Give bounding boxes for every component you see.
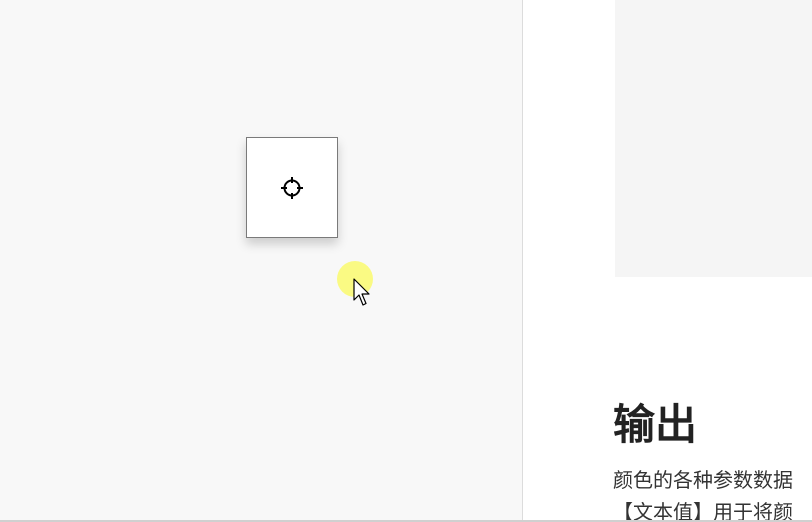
preview-image bbox=[615, 0, 812, 277]
document-panel: 输出 颜色的各种参数数据 【文本值】用于将颜 bbox=[522, 0, 812, 522]
description-text: 颜色的各种参数数据 bbox=[613, 468, 793, 492]
crosshair-icon bbox=[280, 176, 304, 200]
section-heading: 输出 bbox=[613, 400, 698, 449]
color-picker-button[interactable] bbox=[246, 137, 338, 238]
mouse-pointer-icon bbox=[353, 278, 373, 312]
canvas-area bbox=[0, 0, 522, 522]
description-text-2: 【文本值】用于将颜 bbox=[613, 500, 793, 522]
